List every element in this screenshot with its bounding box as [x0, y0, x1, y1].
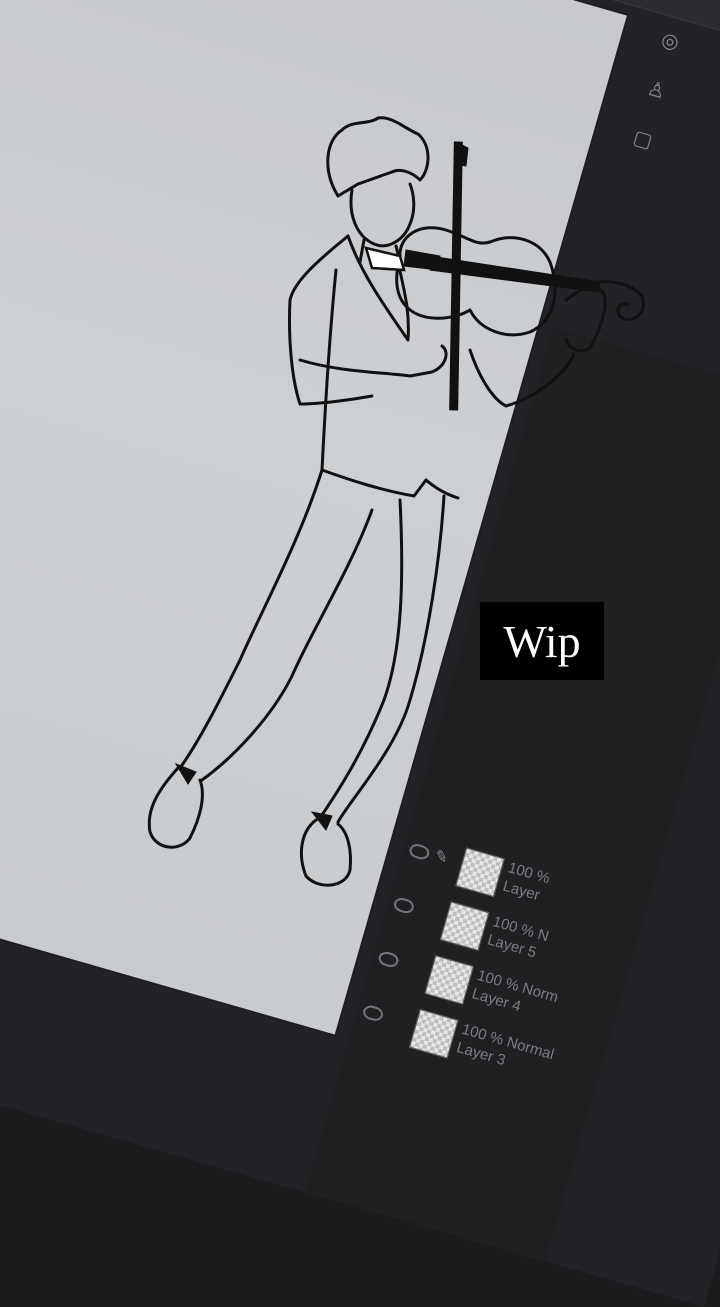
chin-rest	[403, 249, 441, 271]
hair	[326, 116, 430, 198]
left-arm	[298, 344, 448, 378]
left-shoe	[147, 766, 204, 849]
violinist-line-art	[147, 116, 645, 887]
violin-bow	[449, 141, 463, 411]
wip-caption: Wip	[480, 602, 604, 680]
trousers-right-outer	[336, 494, 446, 824]
bow-tip	[453, 141, 469, 167]
face	[349, 182, 416, 248]
jacket-body	[320, 268, 460, 500]
trousers-left-inner	[200, 508, 374, 782]
trousers-right	[318, 498, 404, 820]
right-hand	[564, 285, 607, 353]
shoe-detail-left	[174, 762, 197, 785]
trousers-left	[178, 468, 324, 770]
right-arm	[468, 348, 576, 408]
